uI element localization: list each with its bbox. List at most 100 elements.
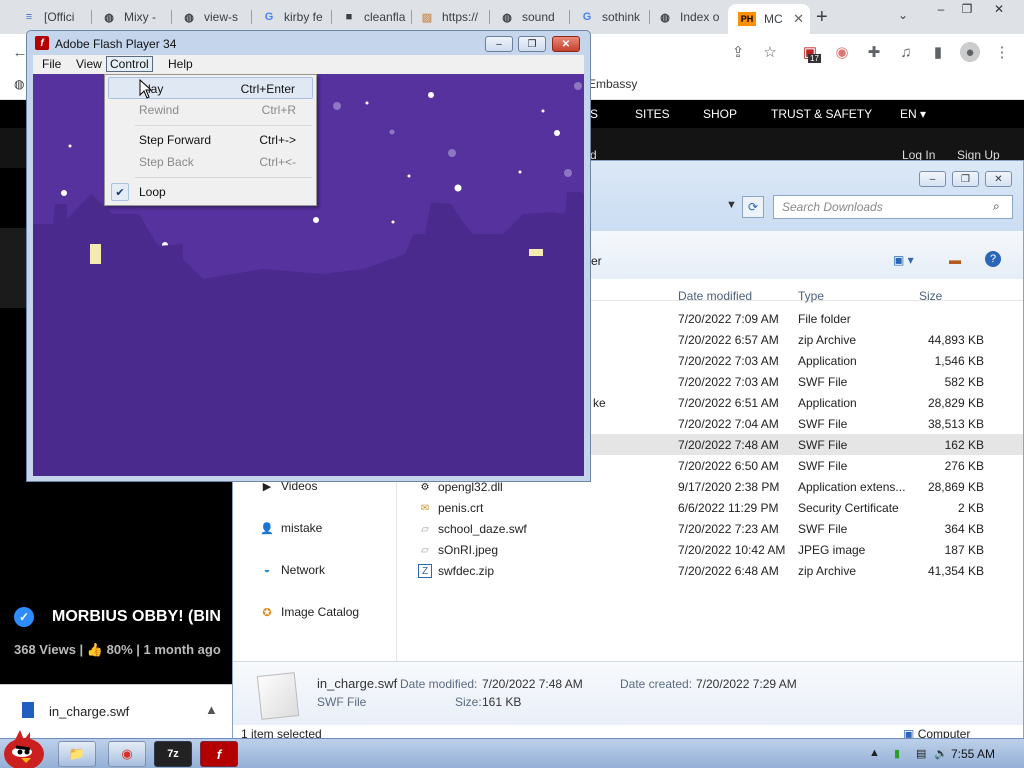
view-options-icon[interactable]: ▣ ▾ xyxy=(893,253,914,267)
video-title[interactable]: ✓ MORBIUS OBBY! (BIN xyxy=(14,607,221,627)
site-nav-sites[interactable]: SITES xyxy=(635,107,670,121)
menu-control[interactable]: Control xyxy=(106,56,153,72)
7zip-icon[interactable]: 7z xyxy=(154,741,192,767)
explorer-maximize-button[interactable]: ❐ xyxy=(952,171,979,187)
puzzle-icon[interactable]: ✚ xyxy=(864,42,884,62)
details-created-value: 7/20/2022 7:29 AM xyxy=(696,677,797,691)
tab-mc-active[interactable]: PH MC ✕ xyxy=(728,4,810,34)
tab-kirby[interactable]: Gkirby fe xyxy=(252,4,332,30)
details-pane: in_charge.swf SWF File Date modified: 7/… xyxy=(233,661,1023,725)
bookmark-embassy[interactable]: Embassy xyxy=(588,77,637,91)
menu-view[interactable]: View xyxy=(73,57,105,71)
refresh-icon[interactable]: ⟳ xyxy=(742,196,764,218)
address-dropdown-icon[interactable]: ▼ xyxy=(726,199,737,211)
battery-icon[interactable]: ▮ xyxy=(894,747,900,760)
chevron-up-icon[interactable]: ▲ xyxy=(205,702,218,717)
tab-index-of[interactable]: ◍ Index o xyxy=(648,4,728,30)
flash-icon[interactable]: f xyxy=(200,741,238,767)
tab-view-source[interactable]: ◍ view-s xyxy=(172,4,252,30)
meta-divider: | xyxy=(79,642,87,657)
extension-flag-icon[interactable]: ◉ xyxy=(832,42,852,62)
browser-tab-strip: ≡ [Offici ◍ Mixy - ◍ view-s Gkirby fe ■ clea… xyxy=(0,0,1024,34)
explorer-minimize-button[interactable]: – xyxy=(919,171,946,187)
browser-maximize-button[interactable]: ❐ xyxy=(952,0,982,18)
menu-help[interactable]: Help xyxy=(165,57,196,71)
flash-maximize-button[interactable]: ❐ xyxy=(518,36,546,52)
tab-sound[interactable]: ◍ sound xyxy=(490,4,570,30)
globe-icon: ◍ xyxy=(502,11,512,24)
explorer-close-button[interactable]: ✕ xyxy=(985,171,1012,187)
chrome-icon[interactable]: ◉ xyxy=(108,741,146,767)
square-icon: ■ xyxy=(345,11,353,23)
new-tab-button[interactable]: + xyxy=(816,6,828,29)
network-tray-icon[interactable]: ▤ xyxy=(916,747,926,760)
file-row[interactable]: Zswfdec.zip 7/20/2022 6:48 AM zip Archive 4… xyxy=(233,560,1023,581)
image-file-icon: ▱ xyxy=(421,544,429,556)
menu-item-step-back: Step Back Ctrl+<- xyxy=(139,155,296,169)
globe-icon: ◍ xyxy=(660,11,670,24)
tab-search-chevron-icon[interactable]: ⌄ xyxy=(898,8,908,22)
tab-sothink[interactable]: Gsothink xyxy=(570,4,650,30)
menu-item-step-forward[interactable]: Step Forward Ctrl+-> xyxy=(105,129,316,151)
explorer-icon[interactable]: 📁 xyxy=(58,741,96,767)
ph-icon: PH xyxy=(738,12,756,26)
bookmark-globe-icon[interactable]: ◍ xyxy=(14,77,24,91)
google-icon: G xyxy=(264,11,274,23)
flash-window-title: Adobe Flash Player 34 xyxy=(55,37,177,51)
close-tab-icon[interactable]: ✕ xyxy=(793,11,804,27)
windows-taskbar: 📁 ◉ 7z f ▲ ▮ ▤ 🔊 7:55 AM xyxy=(0,738,1024,768)
file-row[interactable]: ✉ penis.crt 6/6/2022 11:29 PM Security Cert… xyxy=(233,497,1023,518)
system-clock[interactable]: 7:55 AM xyxy=(951,747,995,761)
command-fragment[interactable]: er xyxy=(591,254,602,268)
start-button-bird-icon[interactable] xyxy=(0,728,50,768)
certificate-icon: ✉ xyxy=(420,502,430,514)
thumbs-up-icon: 👍 xyxy=(86,642,103,657)
column-type[interactable]: Type xyxy=(798,289,824,303)
tab-mixy[interactable]: ◍ Mixy - xyxy=(92,4,172,30)
search-input[interactable]: Search Downloads xyxy=(773,195,1013,219)
help-icon[interactable]: ? xyxy=(985,251,1001,267)
details-size-label: Size: xyxy=(455,695,482,709)
image-icon: ▨ xyxy=(421,11,433,24)
menu-separator xyxy=(135,177,312,178)
google-icon: G xyxy=(582,11,592,23)
site-nav-item[interactable]: S xyxy=(590,107,598,121)
swf-file-icon: ▱ xyxy=(421,523,429,535)
download-filename[interactable]: in_charge.swf xyxy=(49,704,129,719)
details-created-label: Date created: xyxy=(620,677,693,691)
video-meta: 368 Views | 👍 80% | 1 month ago xyxy=(14,642,221,658)
details-modified-value: 7/20/2022 7:48 AM xyxy=(482,677,583,691)
flash-menubar: File View Control Help xyxy=(33,55,584,74)
search-icon[interactable]: ⌕ xyxy=(993,199,1000,214)
menu-file[interactable]: File xyxy=(39,57,64,71)
tab-official[interactable]: ≡ [Offici xyxy=(12,4,92,30)
volume-icon[interactable]: 🔊 xyxy=(934,747,948,760)
flash-close-button[interactable]: ✕ xyxy=(552,36,580,52)
file-row[interactable]: ▱ school_daze.swf 7/20/2022 7:23 AM SWF Fil… xyxy=(233,518,1023,539)
control-dropdown-menu: Play Ctrl+Enter Rewind Ctrl+R Step Forwa… xyxy=(104,74,317,206)
column-date-modified[interactable]: Date modified xyxy=(678,289,752,303)
profile-avatar-icon[interactable]: ● xyxy=(960,42,980,62)
column-size[interactable]: Size xyxy=(919,289,942,303)
show-hidden-icons-icon[interactable]: ▲ xyxy=(869,747,880,759)
preview-pane-icon[interactable]: ▬ xyxy=(949,253,961,267)
nav-item-image-catalog[interactable]: ✪ Image Catalog xyxy=(259,605,359,619)
zip-file-icon: Z xyxy=(418,564,432,578)
kebab-menu-icon[interactable]: ⋮ xyxy=(992,42,1012,62)
share-icon[interactable]: ⇪ xyxy=(728,42,748,62)
site-nav-trust-safety[interactable]: TRUST & SAFETY xyxy=(771,107,872,121)
catalog-icon: ✪ xyxy=(262,606,272,619)
tab-cleanflash[interactable]: ■ cleanfla xyxy=(332,4,412,30)
file-row[interactable]: ▱ sOnRI.jpeg 7/20/2022 10:42 AM JPEG image 1… xyxy=(233,539,1023,560)
menu-item-loop[interactable]: ✔ Loop xyxy=(105,181,316,203)
site-nav-shop[interactable]: SHOP xyxy=(703,107,737,121)
mouse-cursor-icon xyxy=(139,79,153,99)
flash-minimize-button[interactable]: – xyxy=(485,36,513,52)
media-control-icon[interactable]: ♫ xyxy=(896,42,916,62)
side-panel-icon[interactable]: ▮ xyxy=(928,42,948,62)
site-nav-language[interactable]: EN ▾ xyxy=(900,107,926,121)
browser-close-button[interactable]: ✕ xyxy=(984,0,1014,18)
tab-https[interactable]: ▨ https:// xyxy=(410,4,490,30)
file-icon xyxy=(22,702,34,718)
bookmark-star-icon[interactable]: ☆ xyxy=(760,42,780,62)
